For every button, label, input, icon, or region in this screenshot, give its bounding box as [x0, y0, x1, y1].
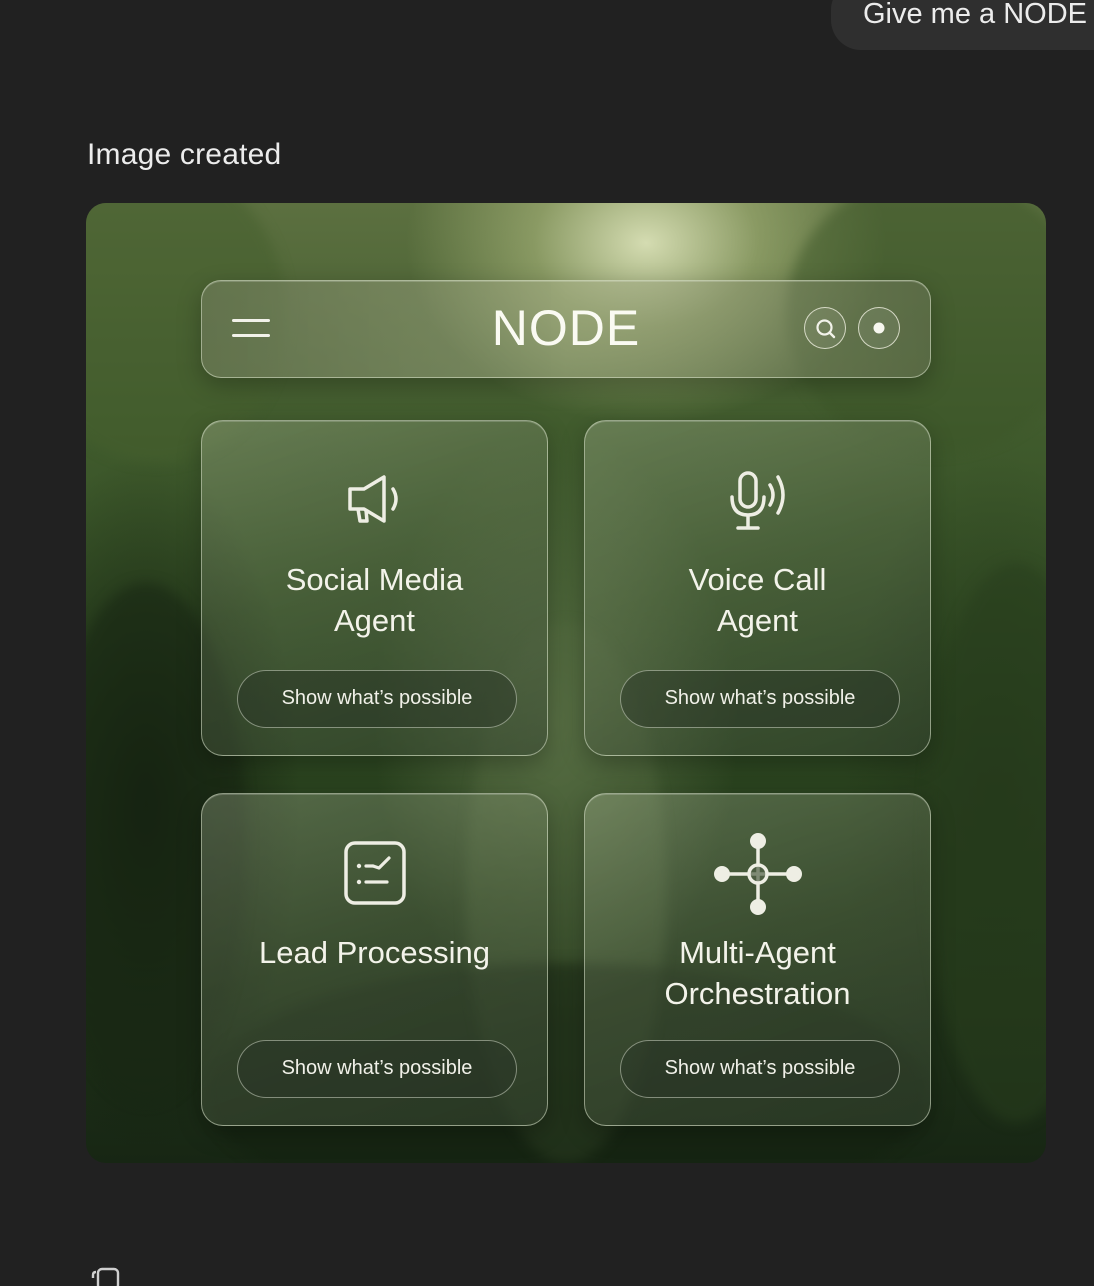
- app-header: NODE: [201, 280, 931, 378]
- tile-title: Multi-Agent Orchestration: [664, 935, 851, 1011]
- tile-voice-call-agent[interactable]: Voice Call Agent Show what’s possible: [584, 420, 931, 756]
- generated-image[interactable]: NODE Social Media Agent Show what’s poss…: [86, 203, 1046, 1163]
- copy-icon[interactable]: [90, 1266, 122, 1286]
- tile-title: Social Media Agent: [285, 562, 464, 638]
- foliage-shape: [926, 563, 1046, 1123]
- show-possible-button[interactable]: Show what’s possible: [237, 1040, 517, 1098]
- show-possible-button[interactable]: Show what’s possible: [237, 670, 517, 728]
- record-dot-icon: [873, 322, 885, 334]
- checklist-icon: [343, 841, 406, 905]
- search-button[interactable]: [804, 307, 846, 349]
- megaphone-icon: [347, 475, 398, 523]
- tile-multi-agent-orchestration[interactable]: Multi-Agent Orchestration Show what’s po…: [584, 793, 931, 1126]
- tile-title: Voice Call Agent: [688, 562, 827, 638]
- user-message-bubble: Give me a NODE: [831, 0, 1094, 50]
- show-possible-button[interactable]: Show what’s possible: [620, 670, 900, 728]
- image-status-label: Image created: [87, 138, 282, 171]
- search-icon: [816, 319, 836, 339]
- tile-title: Lead Processing: [259, 935, 490, 970]
- tile-social-media-agent[interactable]: Social Media Agent Show what’s possible: [201, 420, 548, 756]
- record-button[interactable]: [858, 307, 900, 349]
- microphone-icon: [729, 471, 785, 530]
- tile-lead-processing[interactable]: Lead Processing Show what’s possible: [201, 793, 548, 1126]
- network-nodes-icon: [713, 833, 802, 915]
- user-message-text: Give me a NODE: [863, 0, 1087, 30]
- show-possible-button[interactable]: Show what’s possible: [620, 1040, 900, 1098]
